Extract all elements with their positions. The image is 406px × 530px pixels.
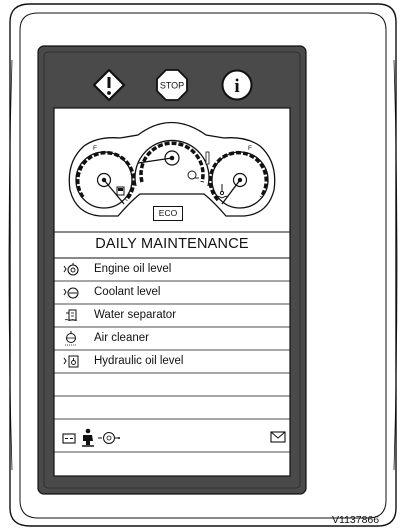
info-text: i [234, 76, 239, 97]
info-circle-icon: i [221, 69, 253, 101]
panel-title: DAILY MAINTENANCE [95, 236, 249, 252]
coolant-icon [63, 287, 79, 299]
eco-indicator: ECO [153, 206, 183, 221]
operator-seat-icon [82, 428, 94, 447]
engine-oil-icon [63, 263, 79, 276]
water-separator-icon [64, 309, 78, 321]
list-item-label: Engine oil level [94, 263, 172, 275]
hydraulic-oil-icon [63, 355, 79, 368]
list-item-coolant[interactable]: Coolant level [56, 281, 288, 304]
fuel-full-mark: F [93, 145, 97, 152]
list-item-air-cleaner[interactable]: Air cleaner [56, 327, 288, 350]
list-item-label: Water separator [94, 309, 177, 321]
list-item-hydraulic-oil[interactable]: Hydraulic oil level [56, 350, 288, 373]
list-item-label: Coolant level [94, 286, 161, 298]
reference-code: V1137866 [332, 514, 380, 526]
status-bar [56, 428, 288, 450]
list-item-engine-oil[interactable]: Engine oil level [56, 258, 288, 281]
stop-text: STOP [160, 81, 184, 91]
list-item-water-separator[interactable]: Water separator [56, 304, 288, 327]
engine-icon [98, 432, 120, 444]
battery-icon [62, 433, 76, 444]
list-item-label: Hydraulic oil level [94, 355, 184, 367]
warning-diamond-icon [92, 68, 126, 102]
temperature-hot-mark: F [248, 145, 252, 152]
air-cleaner-icon [65, 331, 77, 346]
message-envelope-icon[interactable] [270, 431, 286, 443]
warning-icon-row: STOP i [92, 68, 272, 102]
list-item-label: Air cleaner [94, 332, 149, 344]
stop-octagon-icon: STOP [156, 69, 188, 101]
